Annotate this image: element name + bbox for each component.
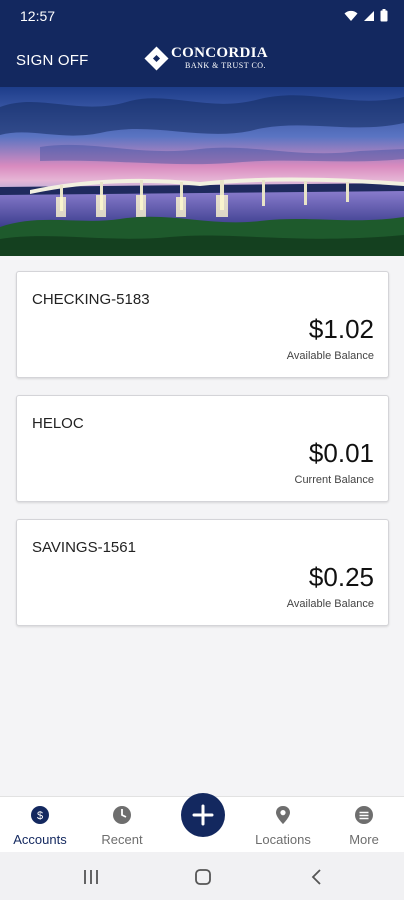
- account-balance: $0.01: [308, 438, 374, 468]
- account-balance: $0.25: [308, 562, 374, 592]
- add-button[interactable]: [181, 793, 225, 837]
- map-pin-icon: [276, 806, 290, 824]
- wifi-icon: [344, 10, 358, 21]
- account-balance: $1.02: [308, 314, 374, 344]
- nav-label: More: [349, 832, 379, 847]
- status-bar: 12:57: [0, 0, 404, 32]
- bank-logo: CONCORDIA BANK & TRUST CO.: [144, 45, 268, 71]
- hero-bridge-image: [0, 87, 404, 256]
- account-name: SAVINGS-1561: [32, 539, 136, 556]
- status-icons: [344, 9, 388, 22]
- home-icon[interactable]: [192, 866, 214, 888]
- screen: 12:57 SIGN OFF CONCORDIA BANK & TRUST CO…: [0, 0, 404, 900]
- logo-subtitle: BANK & TRUST CO.: [185, 61, 267, 70]
- recents-icon[interactable]: [80, 866, 102, 888]
- account-card-heloc[interactable]: HELOC $0.01 Current Balance: [16, 395, 389, 502]
- svg-text:$: $: [37, 810, 43, 822]
- status-time: 12:57: [20, 8, 56, 24]
- nav-label: Locations: [255, 832, 311, 847]
- app-bar: SIGN OFF CONCORDIA BANK & TRUST CO.: [0, 32, 404, 87]
- accounts-list: CHECKING-5183 $1.02 Available Balance HE…: [16, 271, 389, 643]
- plus-icon: [192, 804, 214, 826]
- battery-icon: [380, 9, 388, 22]
- back-icon[interactable]: [306, 866, 328, 888]
- dollar-circle-icon: $: [31, 806, 49, 824]
- system-nav-bar: [0, 852, 404, 900]
- account-name: CHECKING-5183: [32, 291, 150, 308]
- nav-label: Accounts: [13, 832, 67, 847]
- balance-label: Available Balance: [286, 350, 374, 362]
- sign-off-button[interactable]: SIGN OFF: [16, 52, 88, 69]
- account-name: HELOC: [32, 415, 84, 432]
- nav-recent[interactable]: Recent: [82, 797, 162, 853]
- signal-icon: [364, 10, 374, 21]
- nav-locations[interactable]: Locations: [243, 797, 323, 853]
- bottom-nav: $ Accounts Recent Locations More: [0, 793, 404, 853]
- logo-name: CONCORDIA: [171, 45, 268, 61]
- clock-icon: [113, 806, 131, 824]
- balance-label: Available Balance: [286, 598, 374, 610]
- account-card-savings[interactable]: SAVINGS-1561 $0.25 Available Balance: [16, 519, 389, 626]
- nav-label: Recent: [101, 832, 143, 847]
- nav-more[interactable]: More: [324, 797, 404, 853]
- more-icon: [355, 806, 373, 824]
- logo-diamond-icon: [144, 45, 169, 71]
- balance-label: Current Balance: [294, 474, 375, 486]
- account-card-checking[interactable]: CHECKING-5183 $1.02 Available Balance: [16, 271, 389, 378]
- top-bar: 12:57 SIGN OFF CONCORDIA BANK & TRUST CO…: [0, 0, 404, 87]
- nav-accounts[interactable]: $ Accounts: [0, 797, 80, 853]
